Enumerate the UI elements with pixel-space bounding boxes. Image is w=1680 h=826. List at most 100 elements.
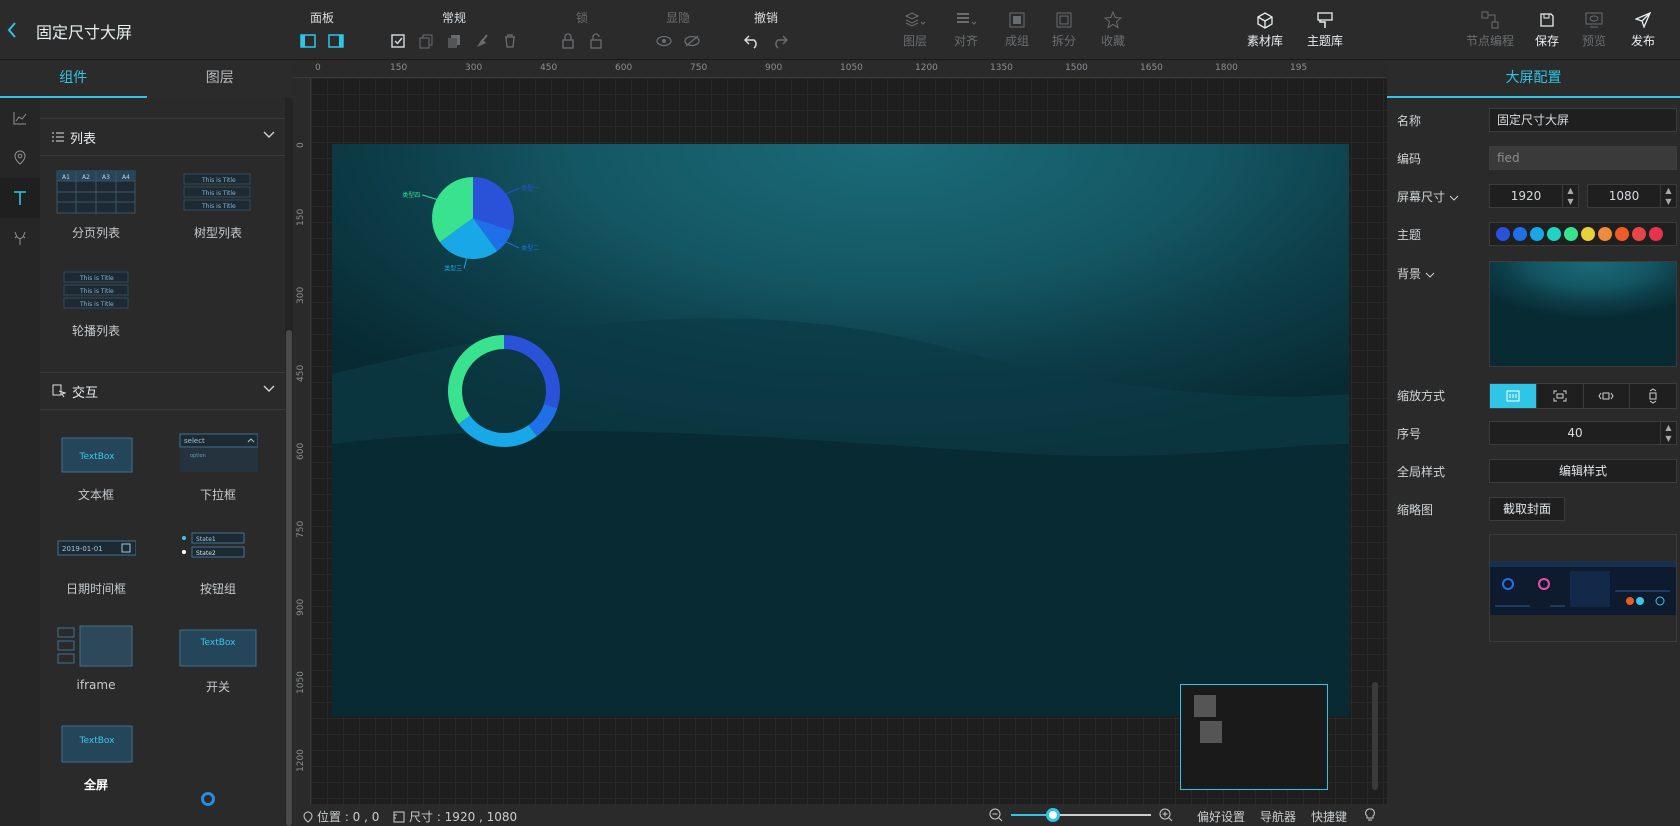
theme-swatch[interactable] (1496, 227, 1510, 241)
right-panel-toggle-icon[interactable] (327, 32, 345, 50)
asset-library-button[interactable]: 素材库 (1239, 10, 1291, 49)
scrollbar-thumb[interactable] (286, 330, 292, 826)
switch-component[interactable]: TextBox 开关 (168, 624, 268, 695)
ungroup-button[interactable]: 拆分 (1038, 10, 1090, 49)
edit-style-button[interactable]: 编辑样式 (1489, 459, 1677, 483)
theme-swatch[interactable] (1598, 227, 1612, 241)
canvas-stage[interactable]: 类型一 类型二 类型三 类型四 (311, 78, 1387, 804)
delete-icon[interactable] (501, 32, 519, 50)
dropdown-component[interactable]: select option 下拉框 (168, 432, 268, 503)
theme-swatch[interactable] (1581, 227, 1595, 241)
carousel-list-component[interactable]: This is Title This is Title This is Titl… (46, 268, 146, 339)
component-scrollbar[interactable] (285, 98, 293, 826)
ruler-tick-label: 0 (296, 142, 306, 148)
order-spin[interactable]: ▲ ▼ (1660, 422, 1676, 444)
scale-fill-icon[interactable] (1490, 384, 1537, 408)
group-icon (991, 10, 1043, 30)
group-button[interactable]: 成组 (991, 10, 1043, 49)
theme-library-button[interactable]: 主题库 (1299, 10, 1351, 49)
node-programming-button[interactable]: 节点编程 (1460, 10, 1520, 49)
donut-chart[interactable] (447, 334, 587, 474)
left-panel-toggle-icon[interactable] (299, 32, 317, 50)
preferences-link[interactable]: 偏好设置 (1197, 808, 1245, 825)
clear-icon[interactable] (473, 32, 491, 50)
height-spin[interactable]: ▲ ▼ (1660, 185, 1676, 207)
background-label[interactable]: 背景 (1397, 265, 1435, 282)
theme-swatch[interactable] (1564, 227, 1578, 241)
background-image-preview[interactable] (1489, 261, 1677, 367)
zoom-out-icon[interactable] (989, 808, 1003, 822)
textbox-component[interactable]: TextBox 文本框 (46, 432, 146, 503)
redo-icon[interactable] (771, 32, 789, 50)
node-programming-label: 节点编程 (1465, 34, 1514, 48)
iframe-component[interactable]: iframe (46, 624, 146, 692)
pie-chart[interactable]: 类型一类型二类型三 类型四 (402, 174, 602, 304)
height-stepper[interactable]: 1080 ▲ ▼ (1587, 184, 1677, 208)
text-category-icon[interactable] (0, 178, 40, 218)
datetime-component[interactable]: 2019-01-01 日期时间框 (46, 526, 146, 597)
theme-swatch[interactable] (1632, 227, 1646, 241)
hide-icon[interactable] (683, 32, 701, 50)
button-group-component[interactable]: State1 State2 按钮组 (168, 526, 268, 597)
align-button[interactable]: 对齐 (940, 10, 992, 49)
tab-components[interactable]: 组件 (0, 60, 147, 98)
theme-swatch[interactable] (1513, 227, 1527, 241)
switch-thumb: TextBox (179, 629, 257, 667)
select-all-icon[interactable] (389, 32, 407, 50)
section-interact-header[interactable]: 交互 (40, 372, 285, 410)
capture-cover-button[interactable]: 截取封面 (1489, 497, 1565, 521)
navigator-link[interactable]: 导航器 (1260, 808, 1296, 825)
save-button[interactable]: 保存 (1521, 10, 1573, 49)
favorite-button[interactable]: 收藏 (1087, 10, 1139, 49)
section-list-header[interactable]: 列表 (40, 118, 285, 156)
screen-size-label[interactable]: 屏幕尺寸 (1397, 188, 1459, 205)
shortcuts-link[interactable]: 快捷键 (1311, 808, 1347, 825)
paged-list-component[interactable]: A1 A2 A3 A4 分页列表 (46, 170, 146, 241)
thumbnail-image (1490, 561, 1676, 615)
show-icon[interactable] (655, 32, 673, 50)
zoom-slider-handle[interactable] (1046, 808, 1060, 822)
name-field[interactable]: 固定尺寸大屏 (1489, 108, 1677, 132)
scale-height-icon[interactable] (1630, 384, 1676, 408)
textbox-label: 文本框 (77, 488, 114, 502)
chart-category-icon[interactable] (0, 98, 40, 138)
theme-swatch[interactable] (1547, 227, 1561, 241)
tree-list-component[interactable]: This is Title This is Title This is Titl… (168, 170, 268, 241)
paste-icon[interactable] (445, 32, 463, 50)
scale-width-icon[interactable] (1584, 384, 1631, 408)
back-icon[interactable] (6, 20, 22, 40)
theme-swatch[interactable] (1530, 227, 1544, 241)
tab-layers[interactable]: 图层 (147, 60, 294, 98)
theme-color-picker[interactable] (1489, 222, 1677, 246)
scale-fit-icon[interactable] (1537, 384, 1584, 408)
minimap-scrollbar[interactable] (1372, 682, 1378, 790)
navigator-minimap[interactable] (1180, 684, 1328, 790)
publish-button[interactable]: 发布 (1617, 10, 1669, 49)
copy-icon[interactable] (417, 32, 435, 50)
ruler-tick-label: 1200 (915, 63, 938, 73)
width-spin[interactable]: ▲ ▼ (1562, 185, 1578, 207)
zoom-in-icon[interactable] (1159, 808, 1173, 822)
other-category-icon[interactable] (0, 218, 40, 258)
theme-row: 主题 (1387, 219, 1680, 249)
screen-canvas[interactable]: 类型一 类型二 类型三 类型四 (332, 144, 1349, 716)
preview-button[interactable]: 预览 (1568, 10, 1620, 49)
lightbulb-icon[interactable] (1365, 808, 1375, 822)
unlock-icon[interactable] (587, 32, 605, 50)
chart-slice[interactable] (504, 335, 560, 409)
map-category-icon[interactable] (0, 138, 40, 178)
fullscreen-component[interactable]: TextBox 全屏 (46, 722, 146, 793)
undo-group-label: 撤销 (753, 11, 778, 25)
chart-slice[interactable] (458, 415, 537, 447)
theme-swatch[interactable] (1615, 227, 1629, 241)
undo-icon[interactable] (743, 32, 761, 50)
ruler-icon (393, 811, 405, 823)
table-header-a2: A2 (82, 174, 90, 181)
zoom-slider[interactable] (1011, 808, 1151, 822)
layers-button[interactable]: 图层 (889, 10, 941, 49)
chart-slice[interactable] (448, 335, 504, 424)
order-stepper[interactable]: 40 ▲ ▼ (1489, 421, 1677, 445)
lock-icon[interactable] (559, 32, 577, 50)
width-stepper[interactable]: 1920 ▲ ▼ (1489, 184, 1579, 208)
theme-swatch[interactable] (1649, 227, 1663, 241)
